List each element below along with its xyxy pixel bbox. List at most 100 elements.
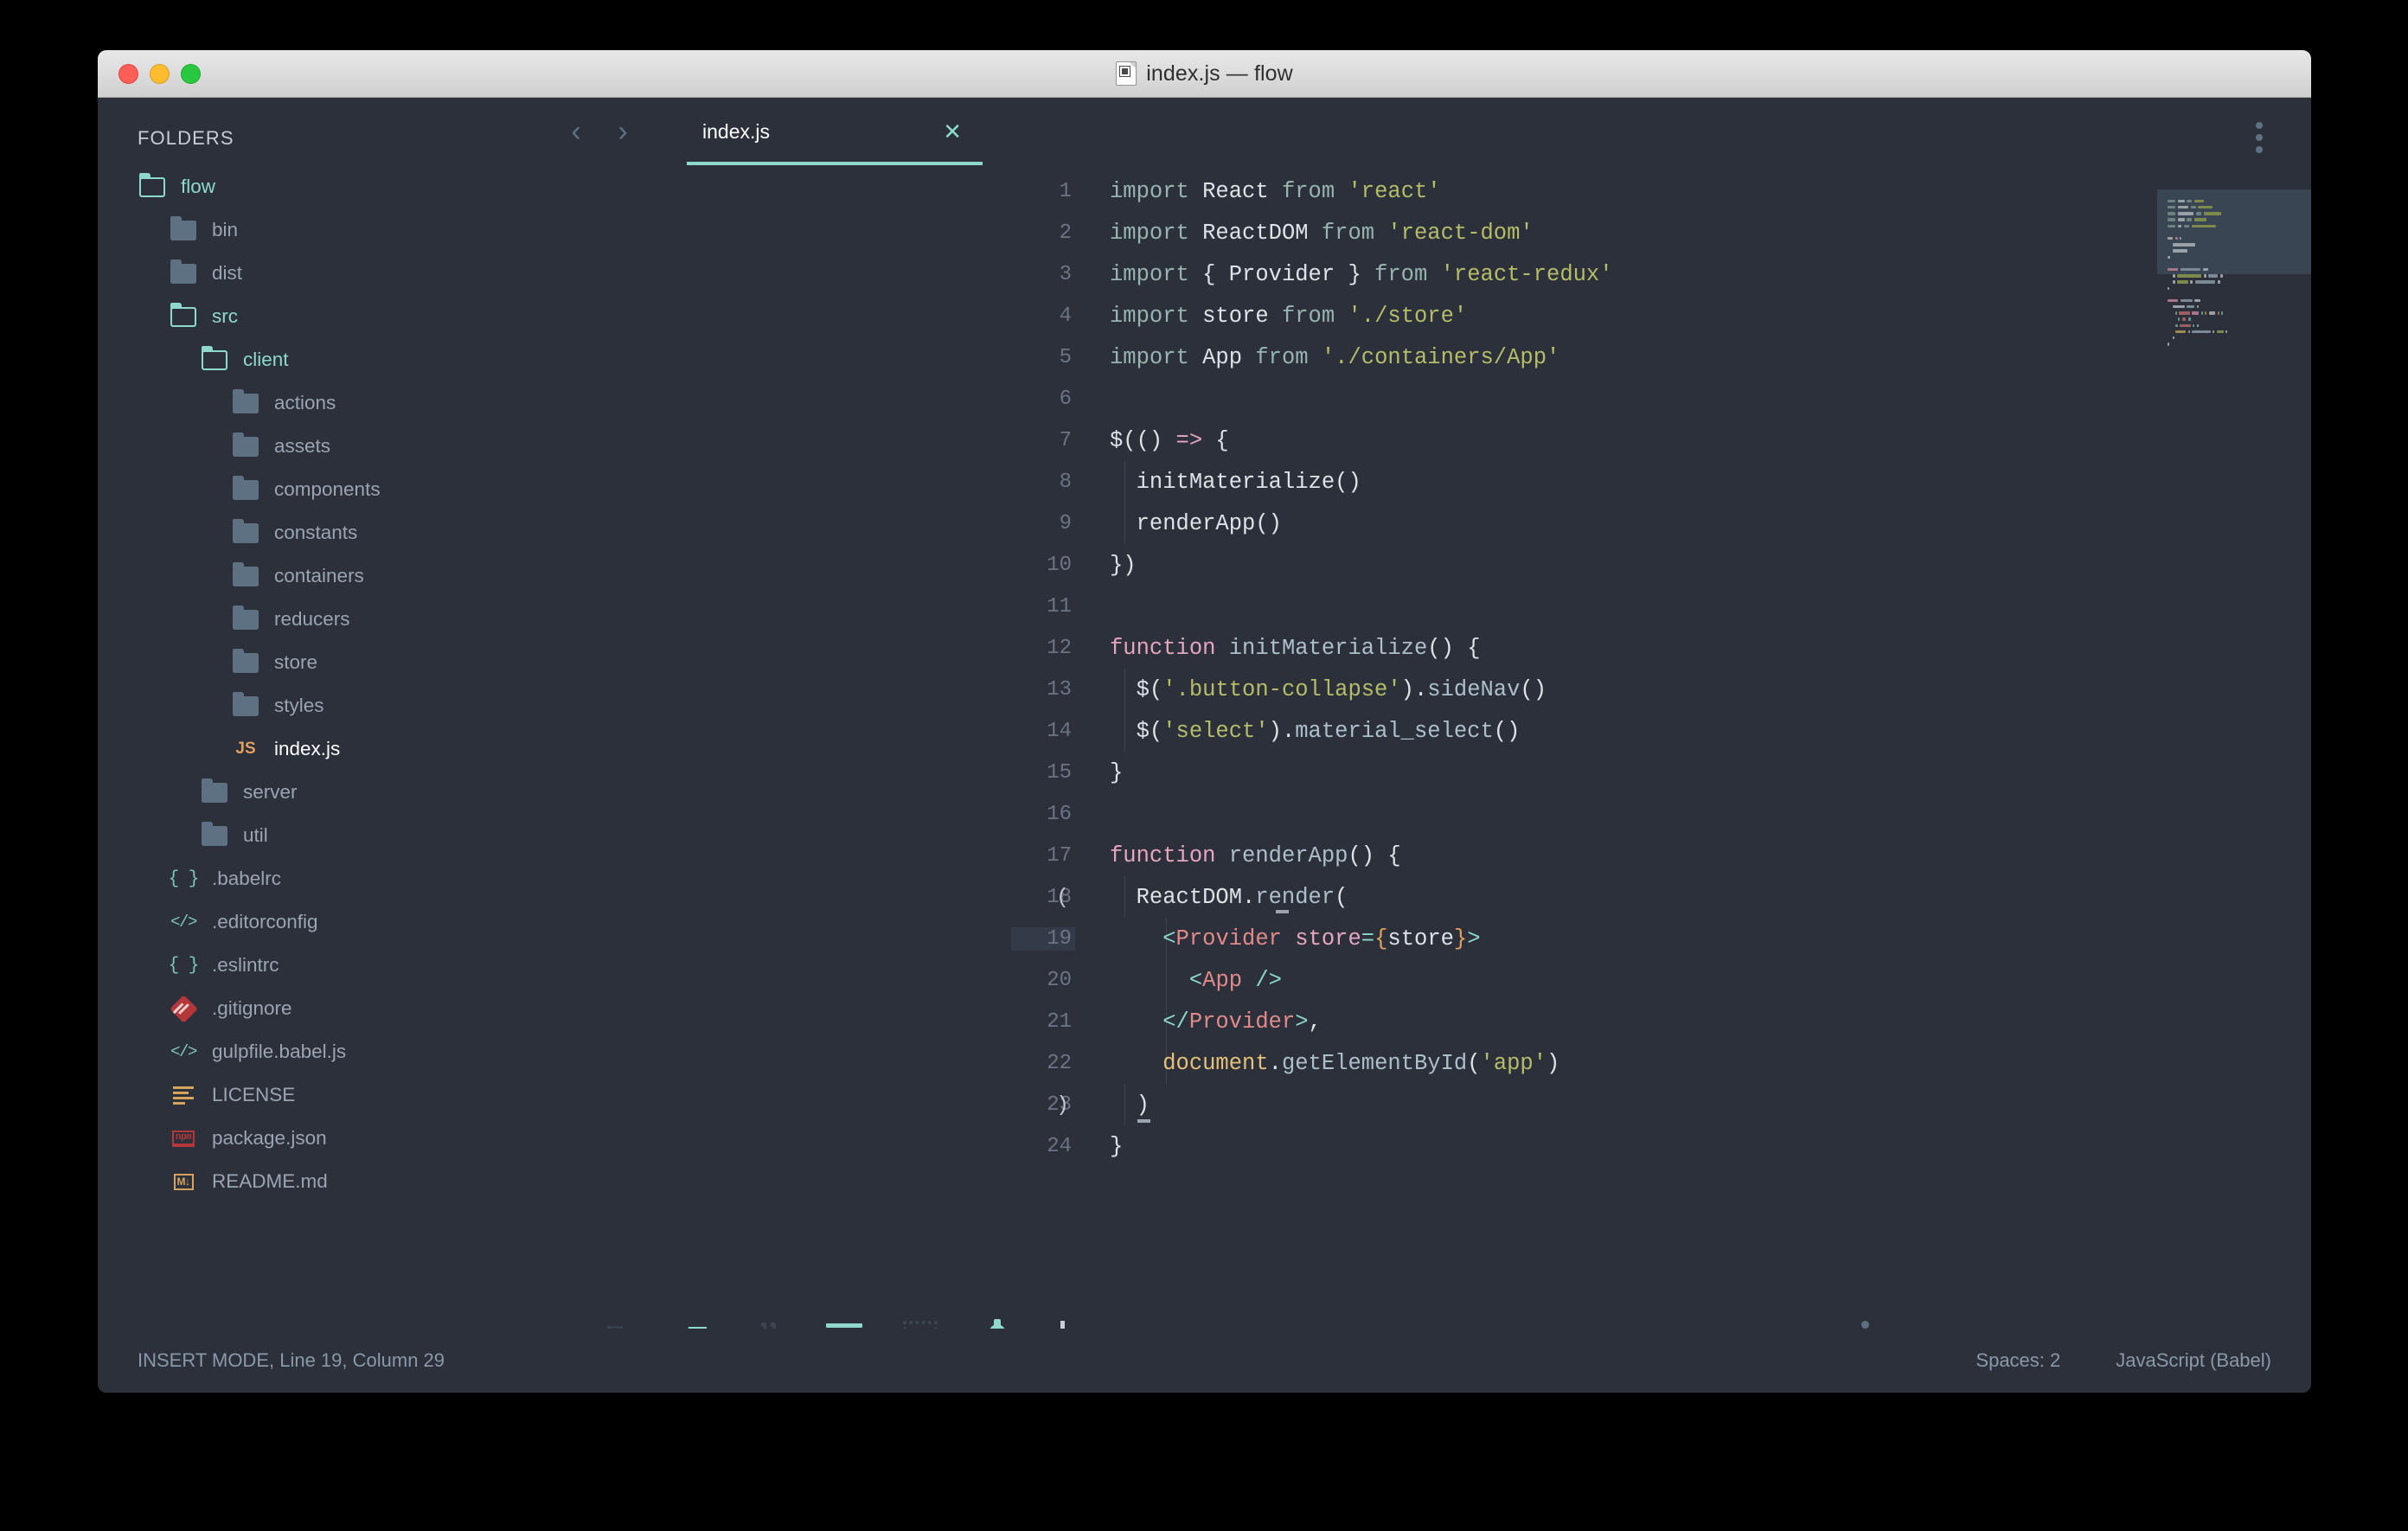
code-line[interactable]: 13 $('.button-collapse').sideNav() <box>548 669 2311 710</box>
tree-folder-flow[interactable]: flow <box>98 165 548 208</box>
code-line[interactable]: 22 document.getElementById('app') <box>548 1042 2311 1084</box>
minimap-line <box>2168 204 2297 210</box>
tab-index-js[interactable]: index.js ✕ <box>671 98 983 165</box>
code-text: } <box>1110 1134 1123 1159</box>
code-line[interactable]: 12function initMaterialize() { <box>548 627 2311 669</box>
code-line[interactable]: 3import { Provider } from 'react-redux' <box>548 253 2311 295</box>
code-token: $( <box>1110 677 1162 702</box>
code-line[interactable]: 14 $('select').material_select() <box>548 710 2311 752</box>
code-line[interactable]: 6 <box>548 378 2311 420</box>
tree-item-label: gulpfile.babel.js <box>212 1042 346 1062</box>
code-text: ) <box>1110 1092 1150 1118</box>
chevron-right-icon[interactable]: › <box>607 98 638 165</box>
code-token: < <box>1189 968 1202 993</box>
code-token: initMaterialize() <box>1110 470 1361 495</box>
tree-file-eslintrc[interactable]: { }.eslintrc <box>98 944 548 987</box>
line-number: 1 <box>1011 180 1075 203</box>
document-icon <box>1116 61 1137 86</box>
status-language[interactable]: JavaScript (Babel) <box>2116 1349 2271 1372</box>
tree-item-label: constants <box>274 523 357 543</box>
code-line[interactable]: 8 initMaterialize() <box>548 461 2311 503</box>
code-line[interactable]: 16 <box>548 793 2311 835</box>
code-line[interactable]: 5import App from './containers/App' <box>548 336 2311 378</box>
minimap-line <box>2168 304 2297 310</box>
tree-folder-util[interactable]: util <box>98 814 548 857</box>
folder-closed-icon <box>231 522 260 544</box>
tree-folder-assets[interactable]: assets <box>98 425 548 468</box>
code-line[interactable]: 15} <box>548 752 2311 793</box>
code-token: } <box>1110 760 1123 785</box>
code-token: () <box>1494 719 1521 744</box>
code-text: renderApp() <box>1110 511 1282 536</box>
code-line[interactable]: 4 import store from './store' <box>548 295 2311 336</box>
tree-folder-actions[interactable]: actions <box>98 381 548 425</box>
tree-item-label: actions <box>274 394 336 413</box>
code-token: Provider <box>1176 926 1282 951</box>
code-line[interactable]: 17function renderApp() { <box>548 835 2311 876</box>
code-line[interactable]: 2import ReactDOM from 'react-dom' <box>548 212 2311 253</box>
status-indentation[interactable]: Spaces: 2 <box>1976 1349 2060 1372</box>
tree-folder-bin[interactable]: bin <box>98 208 548 252</box>
tree-folder-reducers[interactable]: reducers <box>98 598 548 641</box>
tree-folder-containers[interactable]: containers <box>98 554 548 598</box>
tree-folder-src[interactable]: src <box>98 295 548 338</box>
code-line[interactable]: )23 ) <box>548 1084 2311 1125</box>
line-number: 16 <box>1011 803 1075 826</box>
tree-folder-constants[interactable]: constants <box>98 511 548 554</box>
tree-file-license[interactable]: LICENSE <box>98 1073 548 1117</box>
tree-folder-client[interactable]: client <box>98 338 548 381</box>
code-token: ( <box>1335 885 1348 910</box>
kebab-menu-icon[interactable] <box>2256 122 2263 153</box>
tree-item-label: store <box>274 653 317 673</box>
chevron-left-icon[interactable]: ‹ <box>560 98 592 165</box>
tree-folder-server[interactable]: server <box>98 771 548 814</box>
code-token: }) <box>1110 553 1137 578</box>
code-token <box>1215 636 1228 661</box>
code-token: ). <box>1401 677 1428 702</box>
code-token: React <box>1189 179 1282 204</box>
minimap[interactable] <box>2157 165 2311 1283</box>
tree-folder-styles[interactable]: styles <box>98 684 548 727</box>
minimap-line <box>2168 210 2297 216</box>
folder-closed-icon <box>231 392 260 414</box>
tree-file-index-js[interactable]: JSindex.js <box>98 727 548 771</box>
code-text: import store from './store' <box>1110 304 1467 329</box>
editor-window: index.js — flow FOLDERS flowbindistsrccl… <box>98 50 2311 1393</box>
tree-file-readme-md[interactable]: M↓README.md <box>98 1160 548 1203</box>
code-token: { <box>1202 428 1229 453</box>
tree-file-editorconfig[interactable]: </>.editorconfig <box>98 900 548 944</box>
tree-folder-dist[interactable]: dist <box>98 252 548 295</box>
code-token: } <box>1110 1134 1123 1159</box>
code-line[interactable]: 20 <App /> <box>548 959 2311 1001</box>
line-number: 4 <box>1011 304 1075 328</box>
tree-item-label: reducers <box>274 610 350 630</box>
tree-file-gitignore[interactable]: .gitignore <box>98 987 548 1030</box>
code-text: function renderApp() { <box>1110 843 1401 868</box>
code-editor[interactable]: 1import React from 'react'2import ReactD… <box>548 165 2311 1283</box>
minimap-line <box>2168 260 2297 266</box>
bracket-match-marker: ( <box>1054 885 1069 910</box>
folder-closed-icon <box>169 262 198 285</box>
tree-file-babelrc[interactable]: { }.babelrc <box>98 857 548 900</box>
window-title-bar: index.js — flow <box>98 50 2311 98</box>
code-line[interactable]: 1import React from 'react' <box>548 170 2311 212</box>
code-token: , <box>1309 1009 1322 1035</box>
tree-folder-components[interactable]: components <box>98 468 548 511</box>
code-line[interactable]: 7$(() => { <box>548 420 2311 461</box>
code-token: '.button-collapse' <box>1162 677 1400 702</box>
tree-file-gulpfile-babel-js[interactable]: </>gulpfile.babel.js <box>98 1030 548 1073</box>
minimap-line <box>2168 229 2297 235</box>
code-line[interactable]: 24} <box>548 1125 2311 1167</box>
minimap-line <box>2168 248 2297 254</box>
code-line[interactable]: 21 </Provider>, <box>548 1001 2311 1042</box>
tree-folder-store[interactable]: store <box>98 641 548 684</box>
close-icon[interactable]: ✕ <box>943 120 962 143</box>
code-line[interactable]: 10}) <box>548 544 2311 586</box>
code-line[interactable]: (18 ReactDOM.render( <box>548 876 2311 918</box>
tree-file-package-json[interactable]: npmpackage.json <box>98 1117 548 1160</box>
code-token: . <box>1269 1051 1282 1076</box>
minimap-line <box>2168 223 2297 229</box>
code-line[interactable]: 9 renderApp() <box>548 503 2311 544</box>
code-line[interactable]: 19 <Provider store={store}> <box>548 918 2311 959</box>
code-line[interactable]: 11 <box>548 586 2311 627</box>
